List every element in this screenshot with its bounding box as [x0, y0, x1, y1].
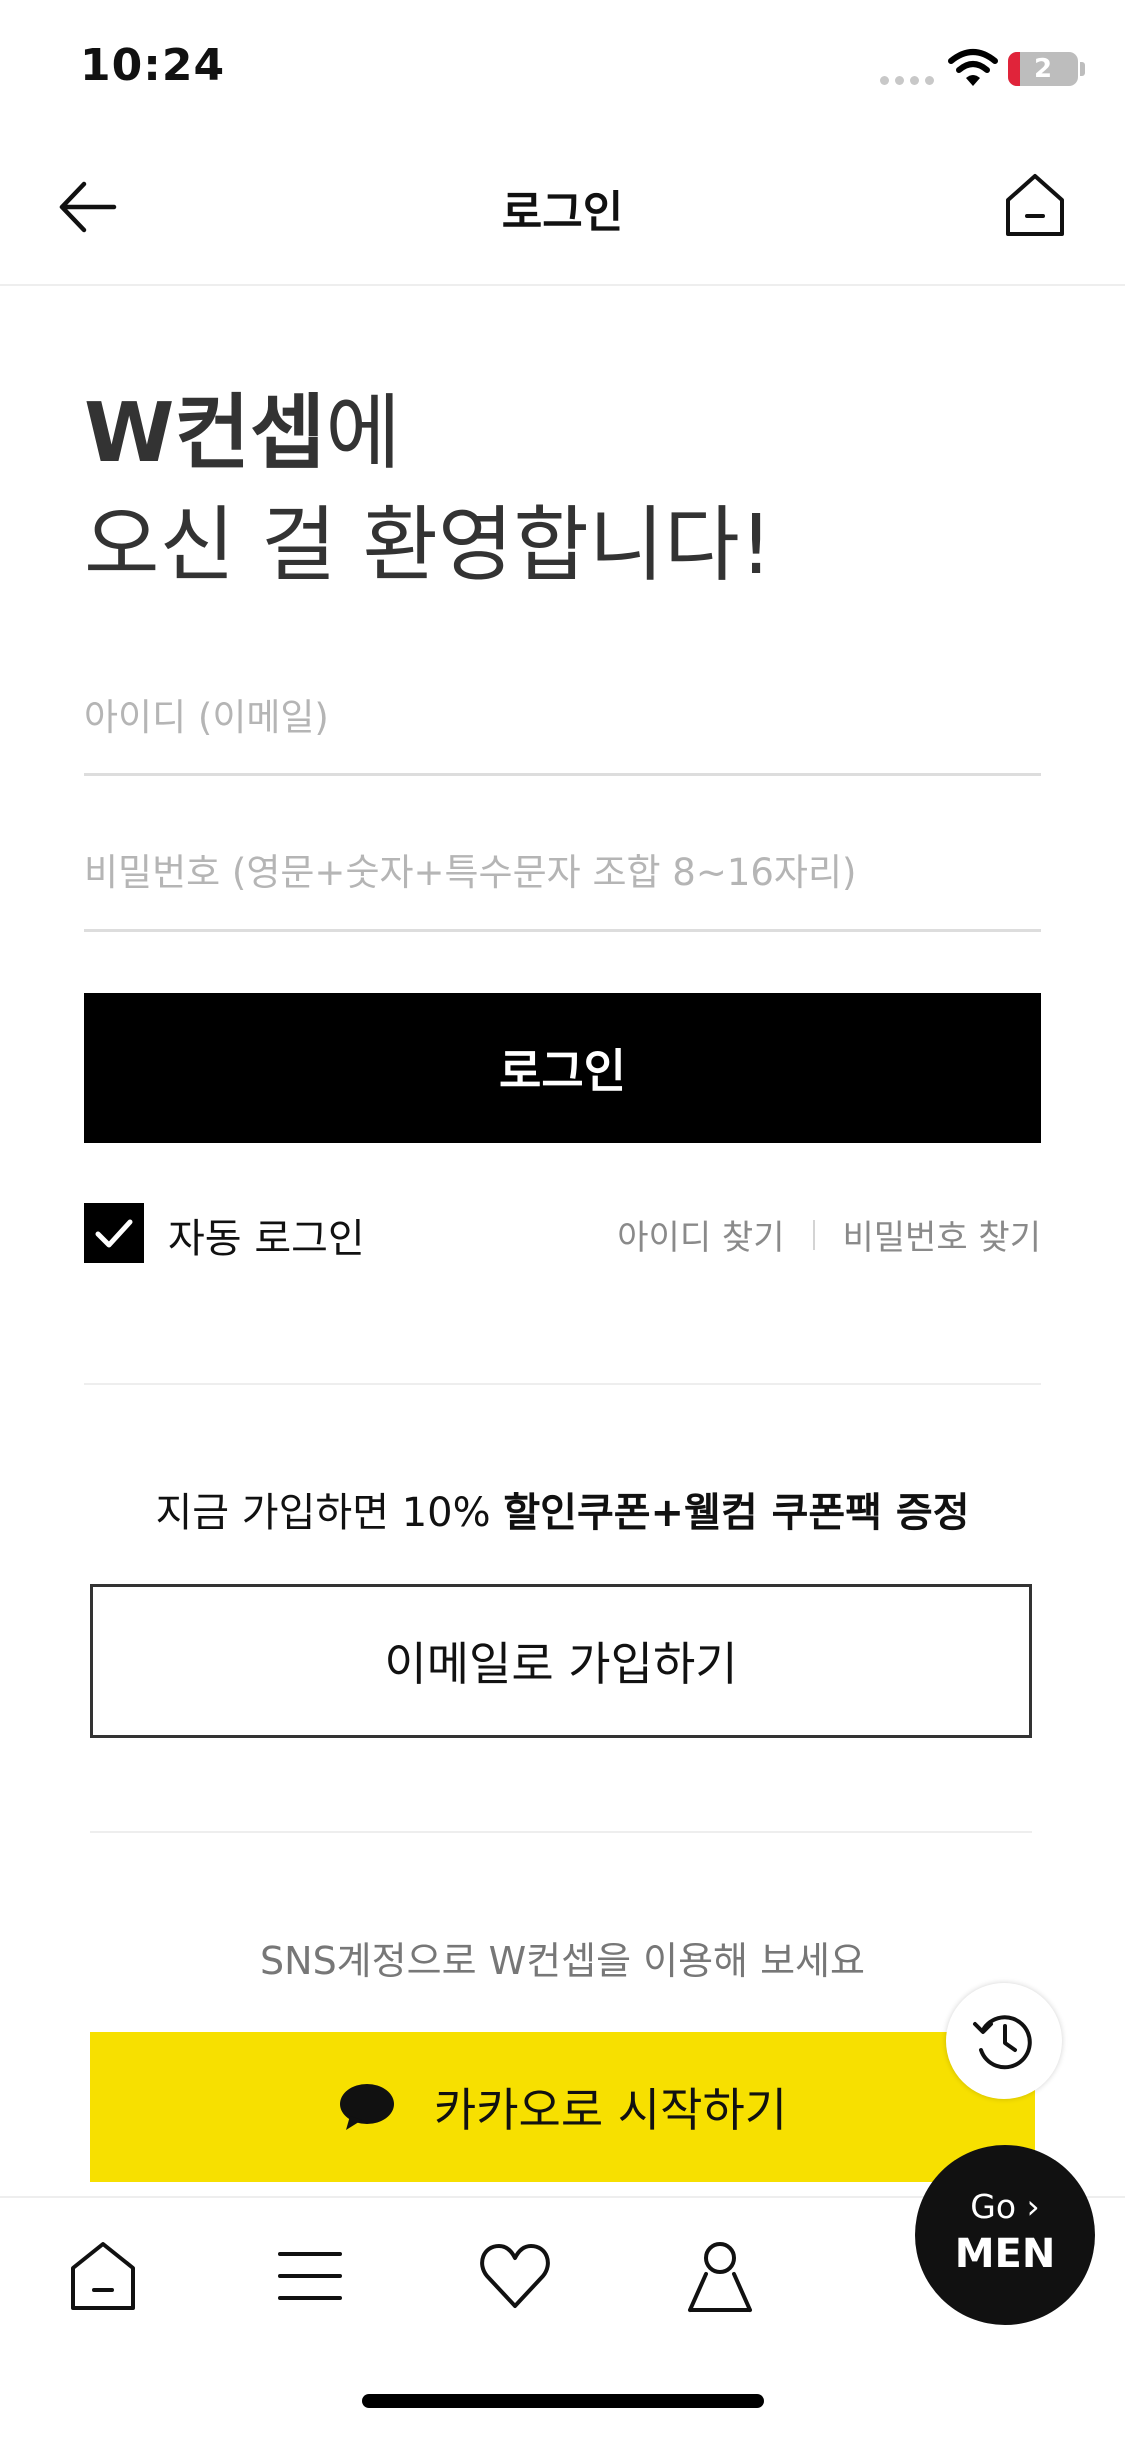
- home-indicator: [362, 2394, 764, 2408]
- tab-user-icon[interactable]: [680, 2236, 760, 2316]
- email-signup-button[interactable]: 이메일로 가입하기: [90, 1584, 1032, 1738]
- home-icon[interactable]: [1000, 170, 1070, 240]
- go-men-button[interactable]: Go › MEN: [915, 2145, 1095, 2325]
- auto-login-checkbox[interactable]: [84, 1203, 144, 1263]
- signal-icon: [880, 76, 936, 86]
- login-button[interactable]: 로그인: [84, 993, 1041, 1143]
- status-time: 10:24: [80, 40, 226, 91]
- page-title: 로그인: [501, 187, 624, 238]
- auto-login-label[interactable]: 자동 로그인: [168, 1206, 365, 1264]
- find-id-link[interactable]: 아이디 찾기: [617, 1210, 784, 1259]
- speech-bubble-icon: [339, 2084, 394, 2130]
- signup-promo: 지금 가입하면 10% 할인쿠폰+웰컴 쿠폰팩 증정: [0, 1480, 1125, 1538]
- kakao-login-button[interactable]: 카카오로 시작하기: [90, 2032, 1035, 2182]
- tab-heart-icon[interactable]: [475, 2236, 555, 2316]
- checkmark-icon: [95, 1219, 133, 1248]
- password-input-underline: [84, 929, 1041, 932]
- wifi-icon: [948, 49, 998, 86]
- welcome-suffix: 에: [325, 386, 401, 481]
- battery-tip: [1080, 62, 1085, 76]
- promo-prefix: 지금 가입하면 10%: [155, 1490, 504, 1536]
- find-password-link[interactable]: 비밀번호 찾기: [843, 1210, 1042, 1259]
- brand-name: W컨셉: [84, 386, 326, 481]
- welcome-heading: W컨셉에 오신 걸 환영합니다!: [84, 378, 773, 602]
- header-divider: [0, 284, 1125, 286]
- recent-history-button[interactable]: [946, 1983, 1062, 2099]
- welcome-line2: 오신 걸 환영합니다!: [84, 498, 773, 593]
- section-divider-2: [90, 1831, 1032, 1833]
- promo-highlight: 할인쿠폰+웰컴 쿠폰팩 증정: [503, 1490, 970, 1536]
- go-label: Go ›: [970, 2187, 1040, 2226]
- battery-percent: 2: [1033, 54, 1053, 84]
- section-divider: [84, 1383, 1041, 1385]
- password-input[interactable]: [84, 837, 1041, 907]
- id-input-underline: [84, 773, 1041, 776]
- tab-home-icon[interactable]: [63, 2236, 143, 2316]
- id-input[interactable]: [84, 682, 1041, 752]
- history-icon: [973, 2015, 1032, 2070]
- men-label: MEN: [954, 2231, 1056, 2277]
- link-separator: [812, 1219, 815, 1250]
- find-account-links: 아이디 찾기 비밀번호 찾기: [617, 1210, 1041, 1259]
- tab-menu-icon[interactable]: [270, 2236, 350, 2316]
- sns-login-caption: SNS계정으로 W컨셉을 이용해 보세요: [260, 1939, 865, 1983]
- kakao-login-label: 카카오로 시작하기: [433, 2083, 788, 2137]
